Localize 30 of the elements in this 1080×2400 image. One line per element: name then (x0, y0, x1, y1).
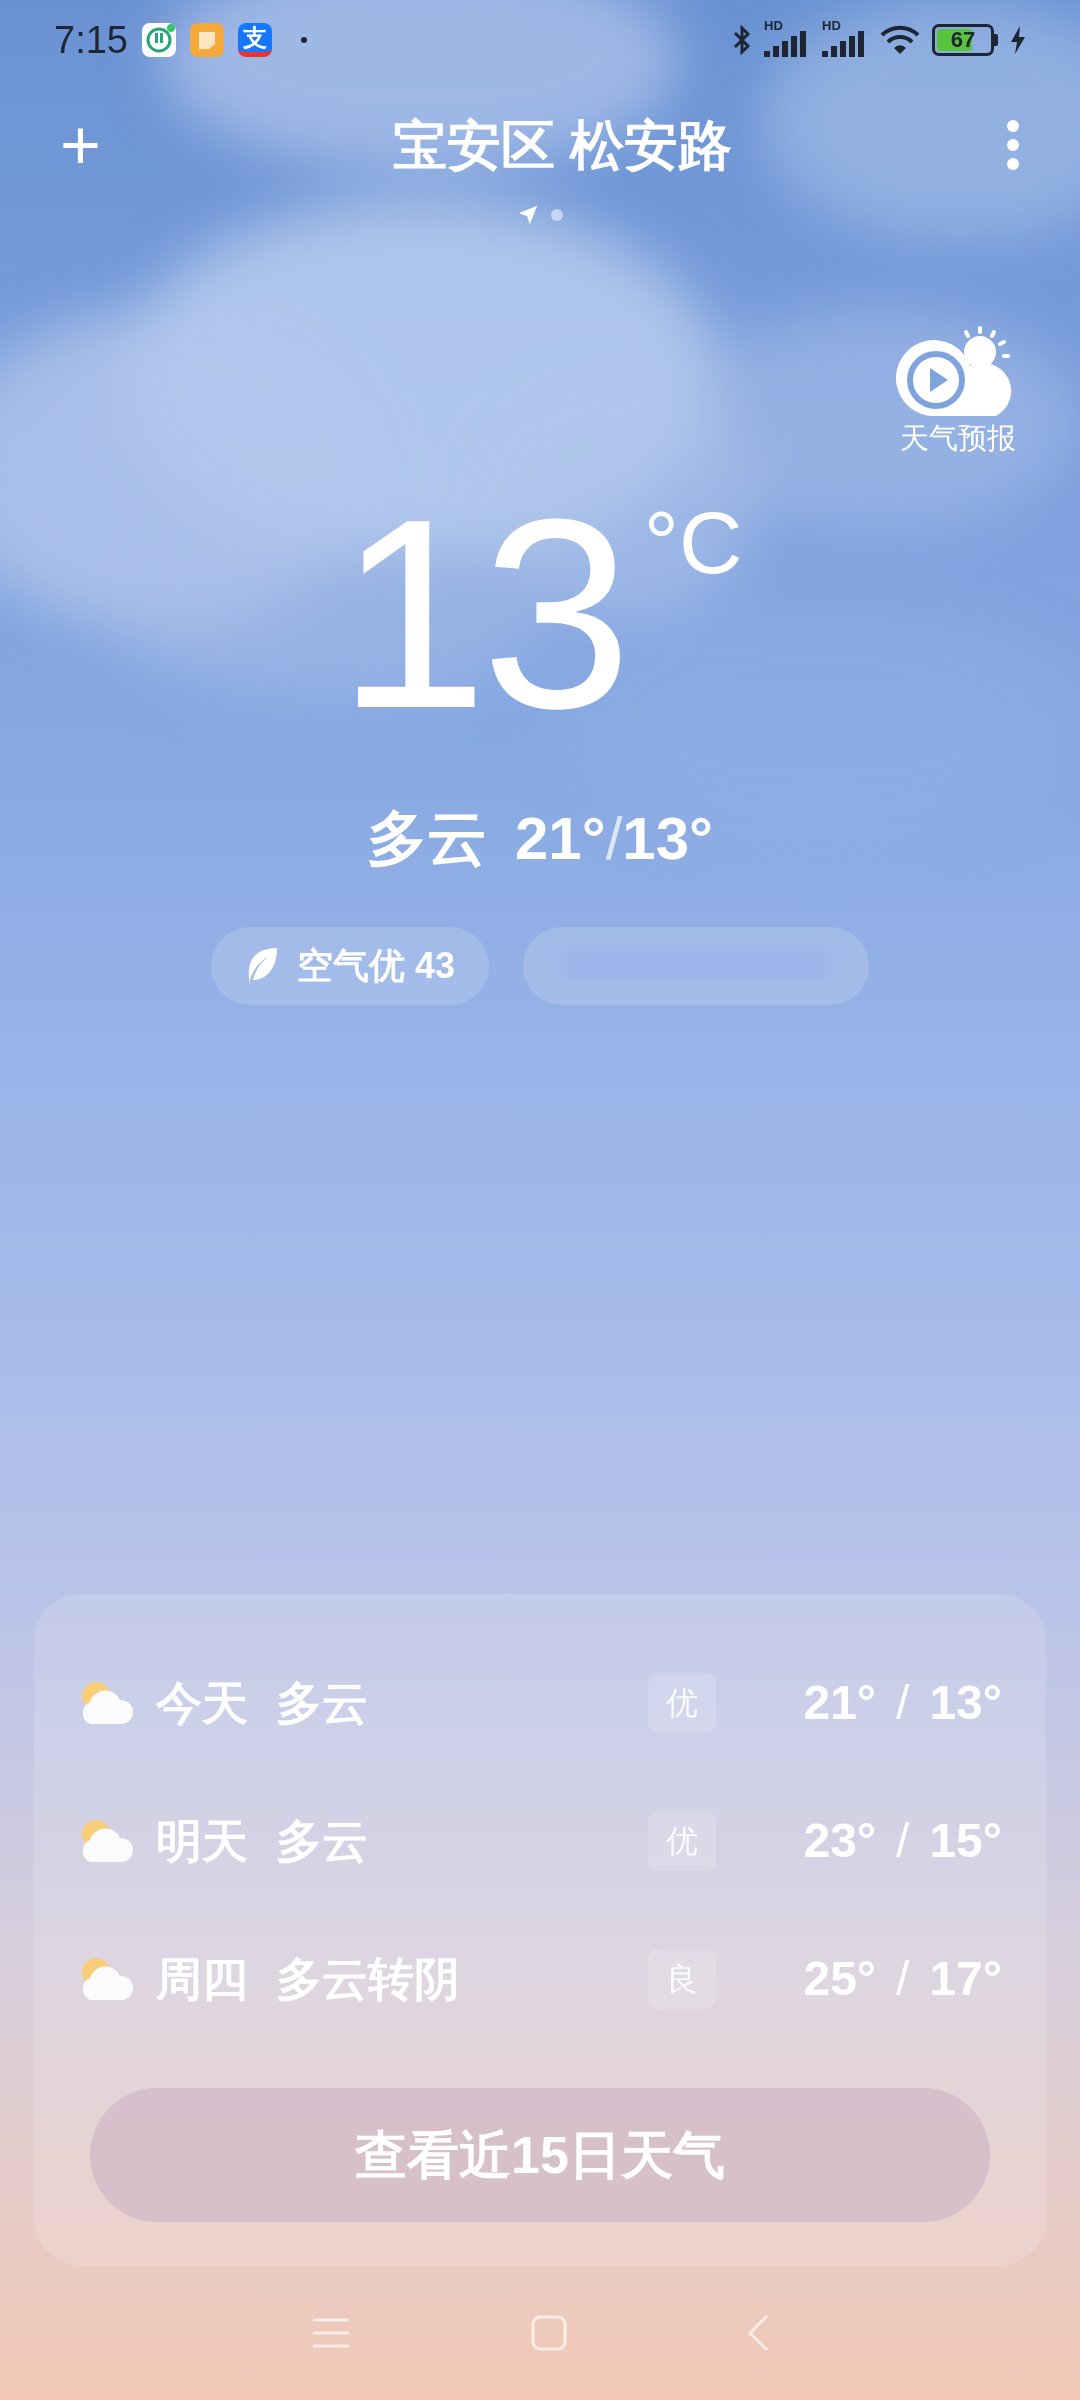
app-notification-icon (189, 23, 224, 57)
temperature-separator: / (605, 809, 623, 869)
air-quality-label: 空气优 43 (296, 948, 455, 984)
forecast-15-day-button[interactable]: 查看近15日天气 (90, 2088, 990, 2222)
condition-text: 多云 (366, 809, 487, 869)
low-temperature: 13° (622, 809, 714, 869)
home-icon[interactable] (531, 2315, 567, 2351)
network-type-label: HD (764, 19, 783, 32)
menu-icon[interactable] (311, 2316, 351, 2350)
more-icon[interactable] (1006, 119, 1020, 171)
high-temperature: 21° (514, 809, 606, 869)
air-quality-chip[interactable]: 空气优 43 (210, 927, 489, 1005)
app-notification-icon (141, 23, 176, 57)
back-icon[interactable] (747, 2314, 769, 2352)
page-dot[interactable] (551, 209, 563, 221)
weather-video-label[interactable]: 天气预报 (900, 424, 1016, 453)
location-page-icon[interactable] (517, 204, 539, 226)
add-button[interactable]: + (60, 110, 120, 180)
temperature-separator: / (896, 1679, 910, 1727)
network-type-label: HD (822, 19, 841, 32)
wifi-icon (880, 24, 920, 56)
location-title: 宝安区 松安路 (393, 118, 733, 172)
clock: 7:15 (54, 17, 128, 63)
temperature-separator: / (896, 1817, 910, 1865)
more-notifications-icon (299, 36, 308, 44)
app-notification-icon: 支 (237, 23, 272, 57)
bluetooth-icon (732, 24, 752, 56)
current-temperature: 13 (337, 489, 626, 739)
temperature-separator: / (896, 1955, 910, 2003)
temperature-unit: °C (643, 499, 743, 594)
